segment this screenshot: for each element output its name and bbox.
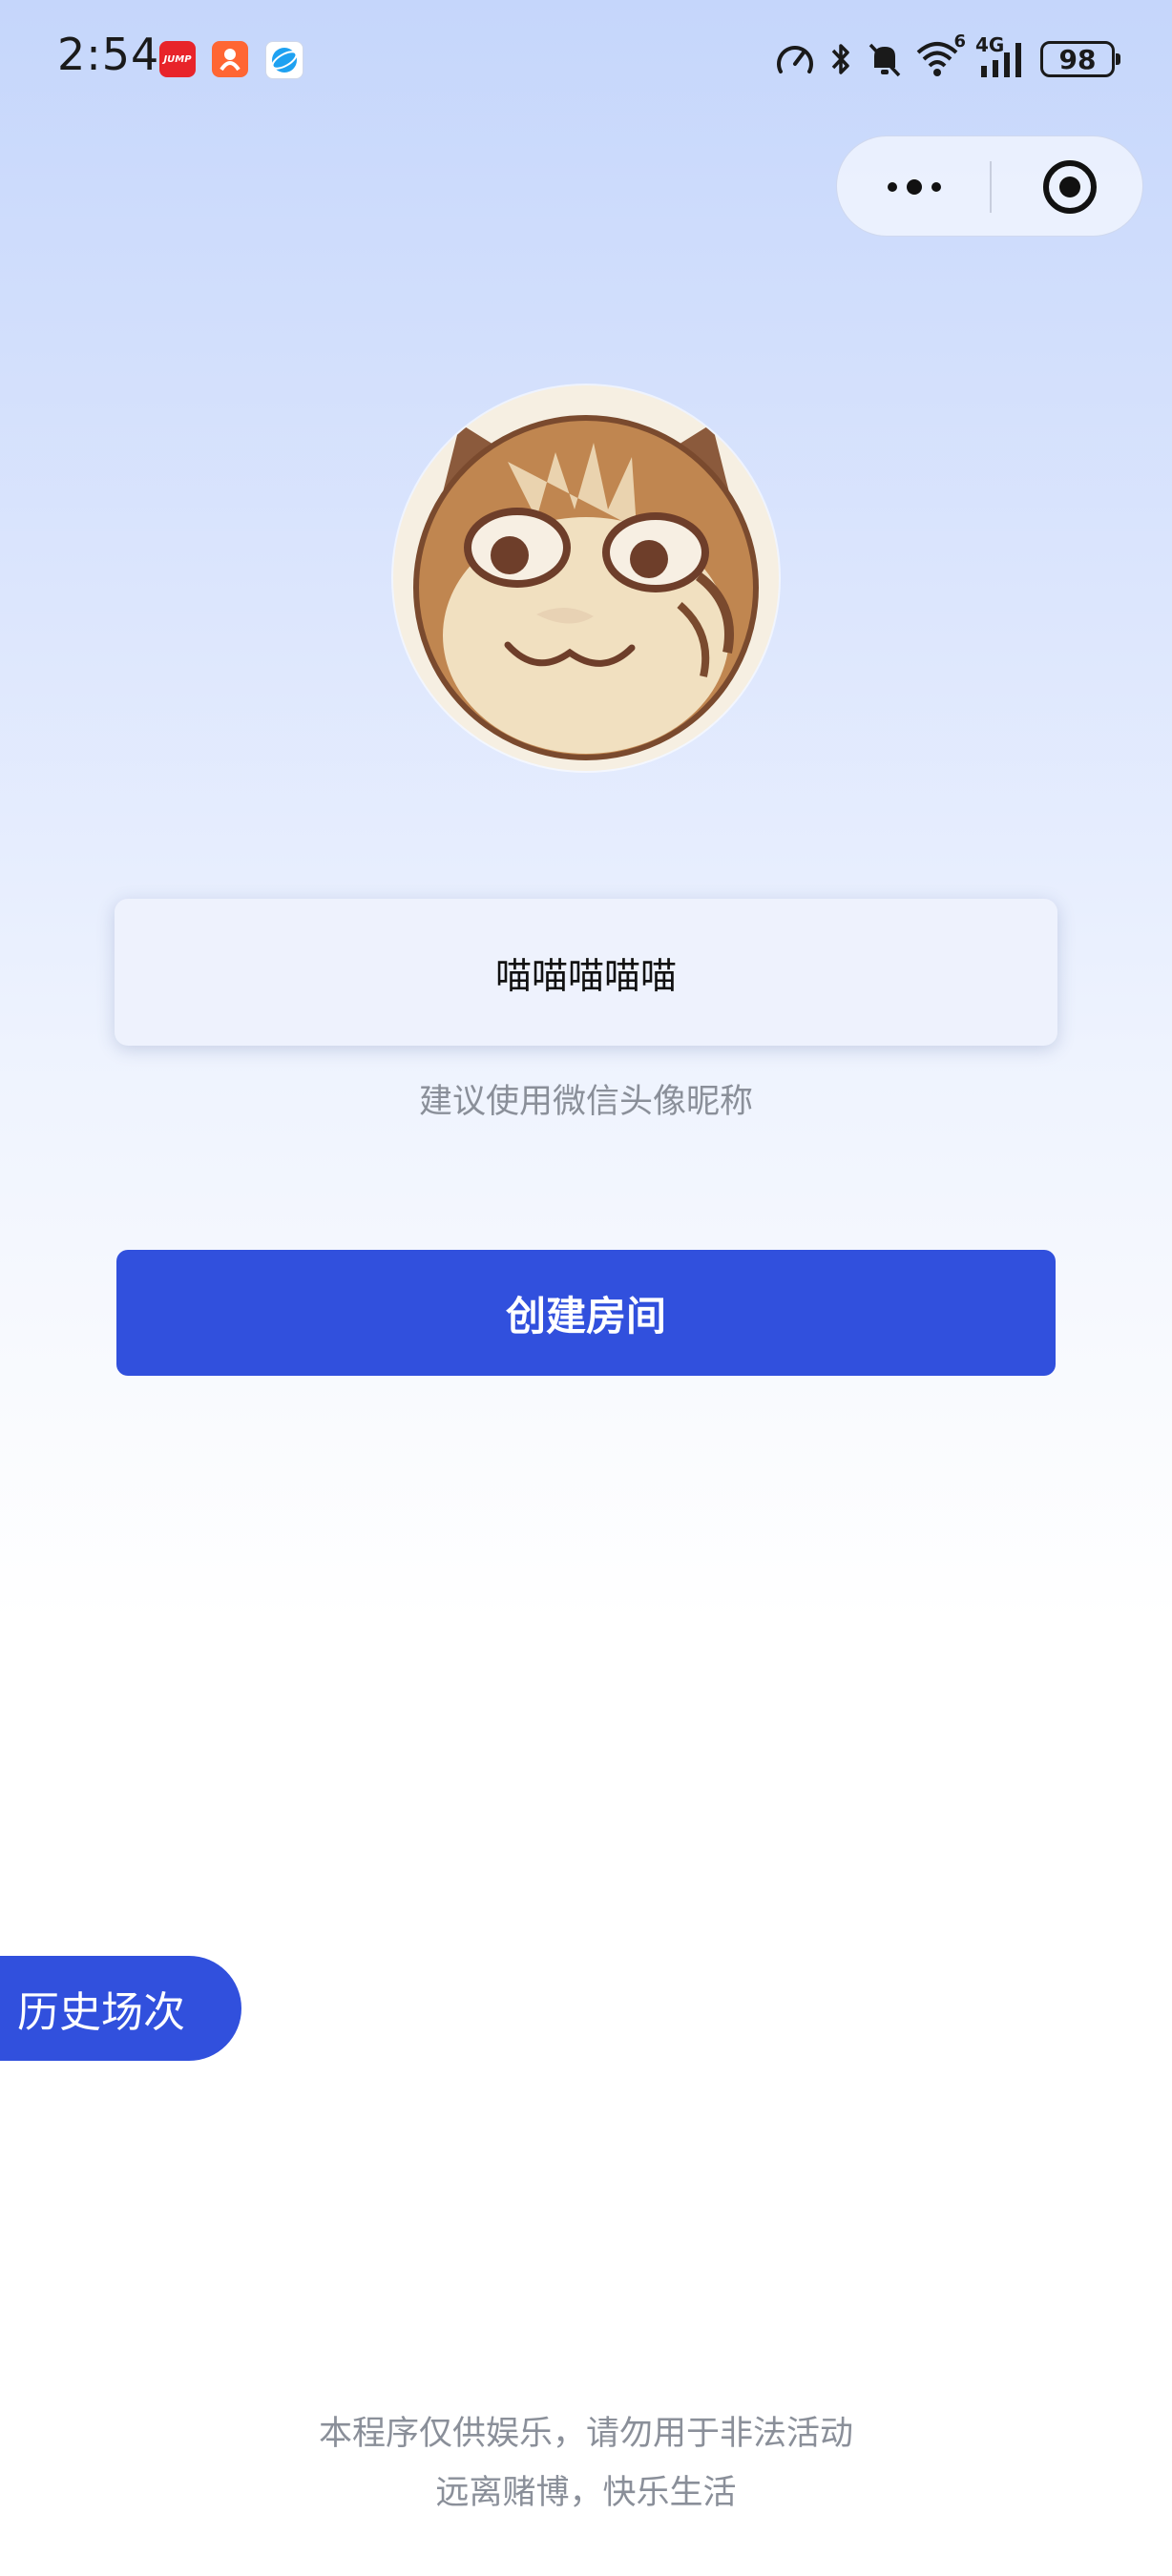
speed-icon <box>777 46 813 73</box>
dot-small <box>888 182 897 192</box>
nickname-hint: 建议使用微信头像昵称 <box>418 1083 753 1121</box>
jump-app-icon: JUMP <box>159 41 196 77</box>
history-sessions-button[interactable]: 历史场次 <box>0 1956 241 2061</box>
more-dots-icon[interactable] <box>881 168 948 206</box>
nickname-input[interactable] <box>115 898 1057 1047</box>
disclaimer-line-1: 本程序仅供娱乐，请勿用于非法活动 <box>318 2415 853 2453</box>
status-bar: 2:54 JUMP 6 4G 98 <box>0 0 1172 114</box>
battery-icon: 98 <box>1040 41 1120 77</box>
status-icons: 6 4G 98 <box>773 31 1120 86</box>
status-time: 2:54 <box>57 29 160 80</box>
nickname-field[interactable] <box>115 898 1057 1047</box>
cell-indicator: 4G <box>975 33 1031 81</box>
bluetooth-icon <box>831 44 849 74</box>
mini-program-capsule <box>836 135 1143 237</box>
cat-avatar-image[interactable] <box>393 385 779 771</box>
dot-large <box>907 179 922 195</box>
dianping-app-icon <box>212 41 248 77</box>
create-room-button[interactable]: 创建房间 <box>116 1250 1056 1376</box>
jump-app-label: JUMP <box>163 53 192 65</box>
disclaimer-line-2: 远离赌博，快乐生活 <box>435 2474 737 2512</box>
wifi-indicator: 6 <box>914 31 966 81</box>
dot-small <box>931 182 941 192</box>
mute-icon <box>869 43 901 77</box>
cell-signal-icon <box>981 43 1021 77</box>
capsule-divider <box>990 161 992 213</box>
target-close-icon[interactable] <box>1041 158 1099 216</box>
wifi-icon <box>916 42 958 76</box>
battery-level: 98 <box>1058 43 1097 75</box>
browser-app-icon <box>265 41 303 79</box>
